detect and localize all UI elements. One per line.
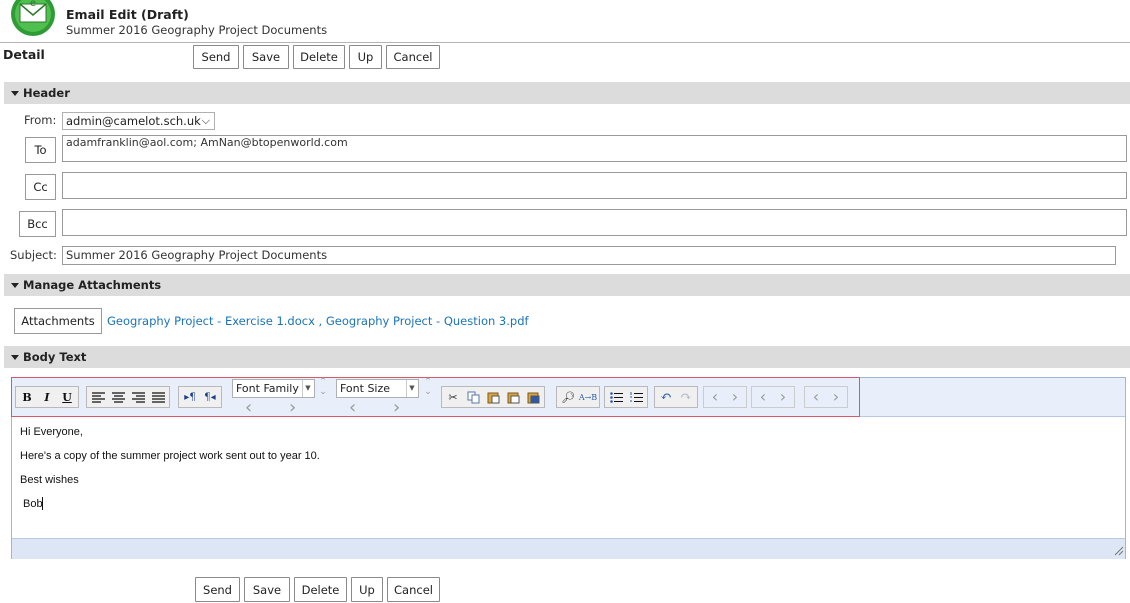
underline-icon[interactable]: U <box>58 388 76 406</box>
undo-icon[interactable]: ↶ <box>657 388 675 406</box>
chevron-down-icon: ⌵ <box>201 114 210 127</box>
font-family-select[interactable]: Font Family ▼ <box>232 379 315 398</box>
app-logo-icon: e <box>10 0 56 38</box>
body-line: Here's a copy of the summer project work… <box>20 450 320 462</box>
attachment-link[interactable]: Geography Project - Exercise 1.docx <box>107 314 315 328</box>
save-button[interactable]: Save <box>244 577 290 602</box>
delete-button[interactable]: Delete <box>294 577 347 602</box>
font-family-spinner[interactable]: ⌃ ⌄ <box>318 377 328 399</box>
chevron-left-icon[interactable]: ‹ <box>245 399 252 417</box>
delete-button[interactable]: Delete <box>293 45 345 69</box>
header-section-toggle[interactable]: Header <box>4 82 1130 104</box>
chevron-left-icon[interactable]: ‹ <box>349 399 356 417</box>
window-title: Email Edit (Draft) <box>66 7 189 22</box>
send-button[interactable]: Send <box>193 45 239 69</box>
bullet-list-icon[interactable] <box>607 388 625 406</box>
chevron-left-icon[interactable]: ‹ <box>754 388 772 406</box>
chevron-right-icon[interactable]: › <box>827 388 845 406</box>
cc-button[interactable]: Cc <box>25 174 56 200</box>
chevron-right-icon[interactable]: › <box>726 388 744 406</box>
dropdown-arrow-icon: ▼ <box>302 380 313 397</box>
copy-icon[interactable] <box>464 388 482 406</box>
from-select-value: admin@camelot.sch.uk <box>66 114 201 128</box>
align-left-icon[interactable] <box>89 388 107 406</box>
extra-group: ‹ › <box>703 386 747 408</box>
chevron-left-icon[interactable]: ‹ <box>706 388 724 406</box>
attachment-link[interactable]: Geography Project - Question 3.pdf <box>326 314 529 328</box>
bcc-button[interactable]: Bcc <box>19 211 56 237</box>
extra-group: ‹ › <box>751 386 795 408</box>
chevron-left-icon[interactable]: ‹ <box>807 388 825 406</box>
chevron-right-icon[interactable]: › <box>774 388 792 406</box>
up-button[interactable]: Up <box>351 577 383 602</box>
to-field[interactable]: adamfranklin@aol.com; AmNan@btopenworld.… <box>62 135 1127 162</box>
chevron-right-icon[interactable]: › <box>393 399 400 417</box>
list-group <box>604 386 648 408</box>
body-line: Hi Everyone, <box>20 426 83 438</box>
header-section-title: Header <box>23 86 70 100</box>
find-icon[interactable]: 🔎︎ <box>559 388 577 406</box>
font-size-select[interactable]: Font Size ▼ <box>336 379 419 398</box>
attachments-section-title: Manage Attachments <box>23 278 162 292</box>
italic-icon[interactable]: I <box>38 388 56 406</box>
paste-word-icon[interactable] <box>524 388 542 406</box>
chevron-right-icon[interactable]: › <box>289 399 296 417</box>
bcc-field[interactable] <box>62 209 1127 236</box>
attachment-list: Geography Project - Exercise 1.docx , Ge… <box>107 314 529 328</box>
from-select[interactable]: admin@camelot.sch.uk ⌵ <box>62 112 215 130</box>
cc-field[interactable] <box>62 172 1127 199</box>
send-button[interactable]: Send <box>195 577 240 602</box>
find-group: 🔎︎ A→B <box>556 386 600 408</box>
extra-group: ‹ › <box>804 386 848 408</box>
bold-icon[interactable]: B <box>18 388 36 406</box>
redo-icon[interactable]: ↷ <box>677 388 695 406</box>
svg-text:e: e <box>30 0 36 9</box>
align-right-icon[interactable] <box>129 388 147 406</box>
attachments-button[interactable]: Attachments <box>14 308 102 334</box>
collapse-triangle-icon <box>11 354 19 360</box>
align-group <box>86 386 170 408</box>
up-button[interactable]: Up <box>349 45 382 69</box>
to-button[interactable]: To <box>25 137 56 163</box>
align-center-icon[interactable] <box>109 388 127 406</box>
editor-statusbar <box>12 538 1125 559</box>
resize-handle-icon[interactable] <box>1114 546 1124 556</box>
font-size-value: Font Size <box>340 382 391 395</box>
direction-group: ▸¶ ¶◂ <box>178 386 222 408</box>
dropdown-arrow-icon: ▼ <box>406 380 417 397</box>
body-section-toggle[interactable]: Body Text <box>4 346 1130 368</box>
numbered-list-icon[interactable] <box>627 388 645 406</box>
paste-icon[interactable] <box>484 388 502 406</box>
subject-field[interactable]: Summer 2016 Geography Project Documents <box>62 246 1116 265</box>
ltr-icon[interactable]: ▸¶ <box>181 388 199 406</box>
window-subtitle: Summer 2016 Geography Project Documents <box>66 23 328 37</box>
collapse-triangle-icon <box>11 90 19 96</box>
cancel-button[interactable]: Cancel <box>386 45 440 69</box>
history-group: ↶ ↷ <box>654 386 698 408</box>
body-line: Best wishes <box>20 474 79 486</box>
font-size-spinner[interactable]: ⌃ ⌄ <box>423 377 433 399</box>
text-caret <box>42 497 43 510</box>
font-family-value: Font Family <box>236 382 299 395</box>
replace-icon[interactable]: A→B <box>579 388 597 406</box>
subject-label: Subject: <box>10 248 57 262</box>
attachments-section-toggle[interactable]: Manage Attachments <box>4 274 1130 296</box>
rtl-icon[interactable]: ¶◂ <box>201 388 219 406</box>
paste-text-icon[interactable] <box>504 388 522 406</box>
save-button[interactable]: Save <box>243 45 289 69</box>
attachment-separator: , <box>314 314 326 328</box>
body-section-title: Body Text <box>23 350 87 364</box>
cut-icon[interactable]: ✂ <box>444 388 462 406</box>
collapse-triangle-icon <box>11 282 19 288</box>
title-divider <box>0 42 1130 43</box>
cancel-button[interactable]: Cancel <box>387 577 440 602</box>
from-label: From: <box>24 113 57 127</box>
format-group: B I U <box>15 386 79 408</box>
clipboard-group: ✂ <box>441 386 545 408</box>
justify-icon[interactable] <box>149 388 167 406</box>
detail-label: Detail <box>3 47 45 62</box>
body-line: Bob <box>23 498 43 510</box>
